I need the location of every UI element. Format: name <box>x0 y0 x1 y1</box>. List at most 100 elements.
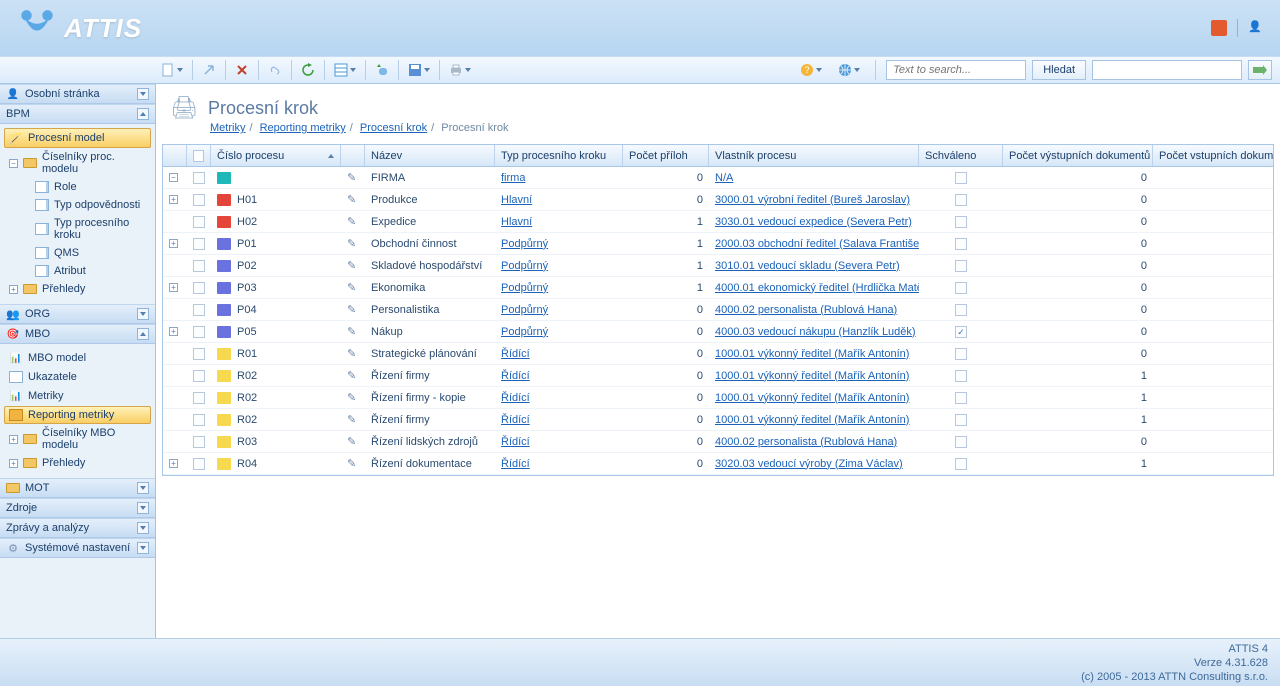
expand-icon[interactable]: + <box>169 195 178 204</box>
owner-link[interactable]: 2000.03 obchodní ředitel (Salava Františ… <box>715 238 919 250</box>
chevron-down-icon[interactable] <box>137 542 149 554</box>
sidebar-item-prehledy-bpm[interactable]: + Přehledy <box>4 280 151 298</box>
collapse-icon[interactable]: − <box>9 159 18 168</box>
chevron-down-icon[interactable] <box>137 482 149 494</box>
grid-header-vstup[interactable]: Počet vstupních dokumentů <box>1153 145 1274 166</box>
process-type-link[interactable]: Řídící <box>501 414 530 426</box>
sidebar-mbo[interactable]: MBO <box>0 324 155 344</box>
chevron-down-icon[interactable] <box>137 522 149 534</box>
sidebar-item-mbo-model[interactable]: MBO model <box>4 348 151 368</box>
approved-checkbox[interactable] <box>955 348 967 360</box>
print-button[interactable] <box>445 59 475 81</box>
grid-header-cislo[interactable]: Číslo procesu <box>211 145 341 166</box>
edit-row-icon[interactable] <box>347 215 356 228</box>
collapse-icon[interactable]: − <box>169 173 178 182</box>
sidebar-zdroje[interactable]: Zdroje <box>0 498 155 518</box>
edit-row-icon[interactable] <box>347 369 356 382</box>
refresh-button[interactable] <box>297 59 319 81</box>
process-type-link[interactable]: Podpůrný <box>501 282 548 294</box>
expand-icon[interactable]: + <box>9 285 18 294</box>
import-button[interactable] <box>371 59 393 81</box>
approved-checkbox[interactable] <box>955 326 967 338</box>
process-type-link[interactable]: Řídící <box>501 392 530 404</box>
table-row[interactable]: P02Skladové hospodářstvíPodpůrný13010.01… <box>163 255 1273 277</box>
sidebar-item-metriky[interactable]: Metriky <box>4 386 151 406</box>
approved-checkbox[interactable] <box>955 172 967 184</box>
edit-row-icon[interactable] <box>347 193 356 206</box>
sidebar-item-reporting-metriky[interactable]: Reporting metriky <box>4 406 151 424</box>
edit-row-icon[interactable] <box>347 435 356 448</box>
owner-link[interactable]: N/A <box>715 172 733 184</box>
process-type-link[interactable]: firma <box>501 172 525 184</box>
new-button[interactable] <box>157 59 187 81</box>
sidebar-item-typ-odp[interactable]: Typ odpovědnosti <box>4 196 151 214</box>
row-checkbox[interactable] <box>193 414 205 426</box>
chevron-up-icon[interactable] <box>137 108 149 120</box>
attach-button[interactable] <box>264 59 286 81</box>
chevron-down-icon[interactable] <box>137 88 149 100</box>
grid-header-schvaleno[interactable]: Schváleno <box>919 145 1003 166</box>
table-row[interactable]: R02Řízení firmy - kopieŘídící01000.01 vý… <box>163 387 1273 409</box>
row-checkbox[interactable] <box>193 326 205 338</box>
sidebar-system[interactable]: Systémové nastavení <box>0 538 155 558</box>
row-checkbox[interactable] <box>193 238 205 250</box>
grid-header-priloh[interactable]: Počet příloh <box>623 145 709 166</box>
grid-header-expand[interactable] <box>163 145 187 166</box>
table-row[interactable]: +H01ProdukceHlavní03000.01 výrobní ředit… <box>163 189 1273 211</box>
breadcrumb-link[interactable]: Reporting metriky <box>260 122 346 134</box>
sidebar-org[interactable]: 👥ORG <box>0 304 155 324</box>
chevron-down-icon[interactable] <box>137 502 149 514</box>
approved-checkbox[interactable] <box>955 304 967 316</box>
row-checkbox[interactable] <box>193 172 205 184</box>
edit-row-icon[interactable] <box>347 457 356 470</box>
edit-row-icon[interactable] <box>347 237 356 250</box>
search-input[interactable] <box>886 60 1026 80</box>
sidebar-bpm[interactable]: BPM <box>0 104 155 124</box>
approved-checkbox[interactable] <box>955 458 967 470</box>
grid-header-vlastnik[interactable]: Vlastník procesu <box>709 145 919 166</box>
breadcrumb-link[interactable]: Metriky <box>210 122 245 134</box>
approved-checkbox[interactable] <box>955 194 967 206</box>
table-row[interactable]: P04PersonalistikaPodpůrný04000.02 person… <box>163 299 1273 321</box>
sidebar-item-qms[interactable]: QMS <box>4 244 151 262</box>
row-checkbox[interactable] <box>193 282 205 294</box>
user-icon[interactable]: 👤 <box>1248 20 1264 36</box>
sidebar-item-ciselniky[interactable]: − Číselníky proc. modelu <box>4 148 151 178</box>
table-row[interactable]: +P01Obchodní činnostPodpůrný12000.03 obc… <box>163 233 1273 255</box>
edit-row-icon[interactable] <box>347 281 356 294</box>
delete-button[interactable] <box>231 59 253 81</box>
process-type-link[interactable]: Podpůrný <box>501 260 548 272</box>
grid-header-typ[interactable]: Typ procesního kroku <box>495 145 623 166</box>
expand-icon[interactable]: + <box>9 435 18 444</box>
layout-button[interactable] <box>330 59 360 81</box>
expand-icon[interactable]: + <box>9 459 18 468</box>
table-row[interactable]: R01Strategické plánováníŘídící01000.01 v… <box>163 343 1273 365</box>
row-checkbox[interactable] <box>193 304 205 316</box>
approved-checkbox[interactable] <box>955 260 967 272</box>
help-button[interactable]: ? <box>796 59 826 81</box>
owner-link[interactable]: 4000.03 vedoucí nákupu (Hanzlík Luděk) <box>715 326 916 338</box>
row-checkbox[interactable] <box>193 348 205 360</box>
sidebar-item-ciselniky-mbo[interactable]: + Číselníky MBO modelu <box>4 424 151 454</box>
table-row[interactable]: H02ExpediceHlavní13030.01 vedoucí expedi… <box>163 211 1273 233</box>
globe-button[interactable] <box>834 59 864 81</box>
expand-icon[interactable]: + <box>169 459 178 468</box>
approved-checkbox[interactable] <box>955 392 967 404</box>
approved-checkbox[interactable] <box>955 370 967 382</box>
owner-link[interactable]: 4000.02 personalista (Rublová Hana) <box>715 304 897 316</box>
edit-row-icon[interactable] <box>347 325 356 338</box>
approved-checkbox[interactable] <box>955 238 967 250</box>
approved-checkbox[interactable] <box>955 436 967 448</box>
sidebar-personal[interactable]: Osobní stránka <box>0 84 155 104</box>
edit-row-icon[interactable] <box>347 347 356 360</box>
search-button[interactable]: Hledat <box>1032 60 1086 80</box>
row-checkbox[interactable] <box>193 194 205 206</box>
sidebar-item-ukazatele[interactable]: Ukazatele <box>4 368 151 386</box>
process-type-link[interactable]: Podpůrný <box>501 238 548 250</box>
alert-icon[interactable] <box>1211 20 1227 36</box>
process-type-link[interactable]: Řídící <box>501 436 530 448</box>
row-checkbox[interactable] <box>193 260 205 272</box>
process-type-link[interactable]: Řídící <box>501 370 530 382</box>
owner-link[interactable]: 3000.01 výrobní ředitel (Bureš Jaroslav) <box>715 194 910 206</box>
expand-icon[interactable]: + <box>169 283 178 292</box>
